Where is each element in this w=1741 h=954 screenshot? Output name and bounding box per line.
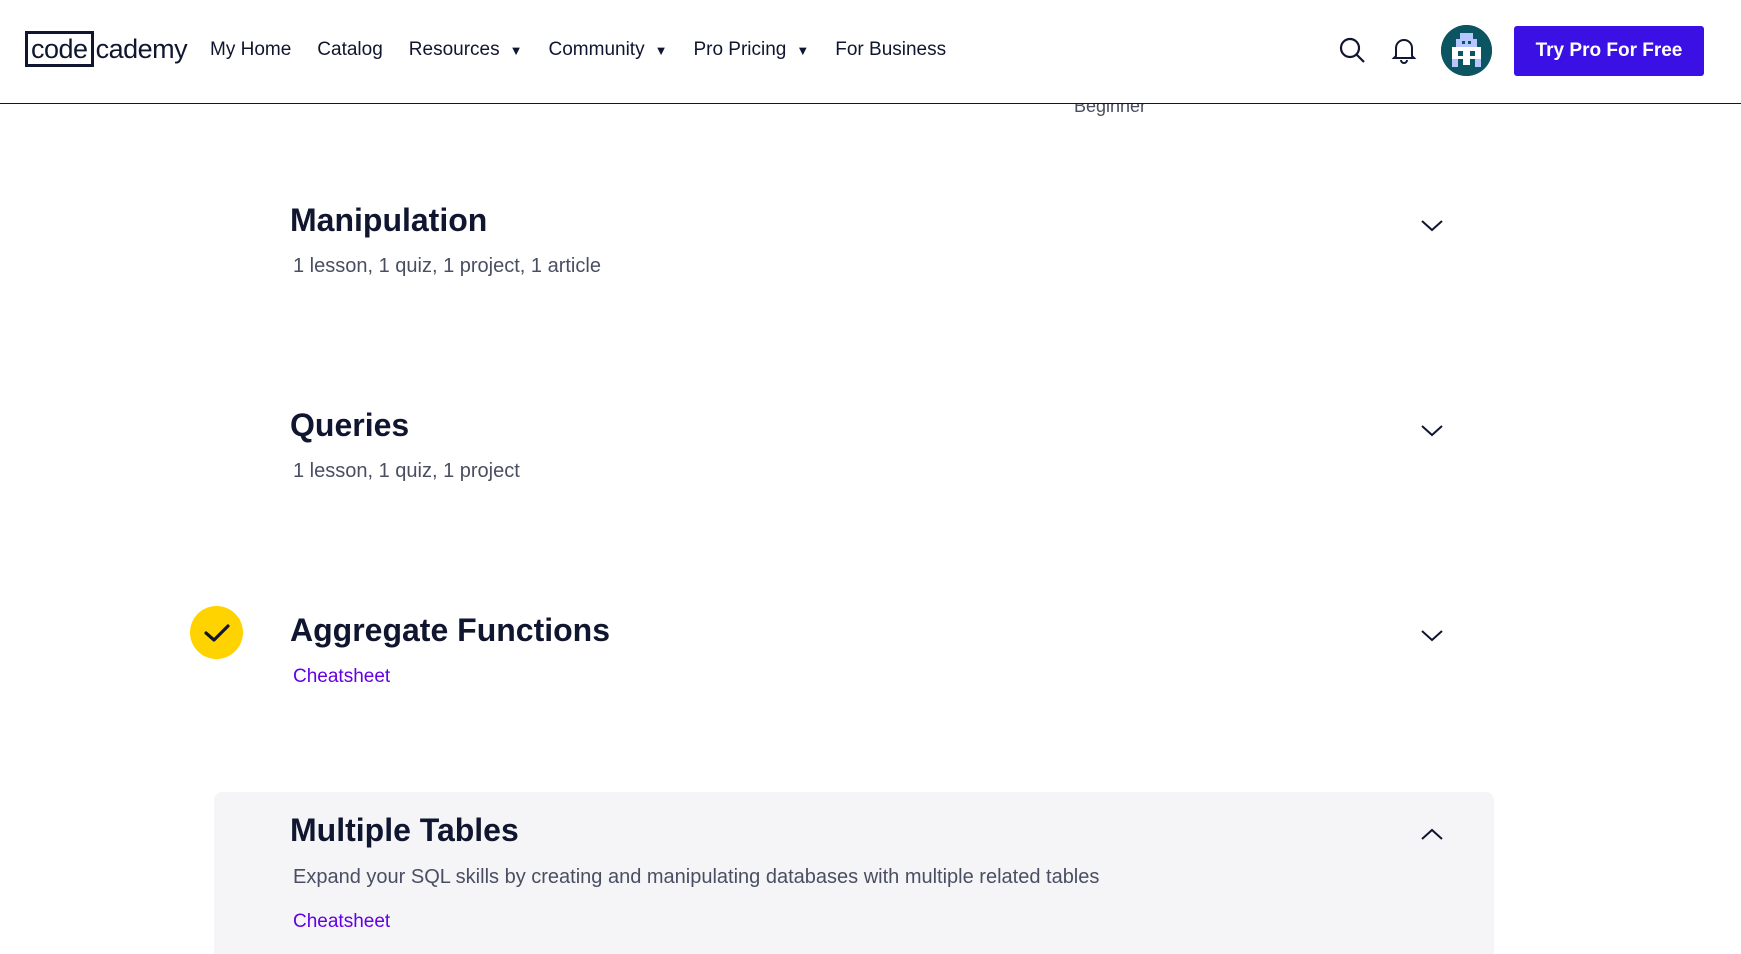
nav-label: Community (548, 39, 645, 60)
caret-down-icon: ▼ (509, 42, 523, 58)
caret-down-icon: ▼ (654, 42, 668, 58)
nav-resources-dropdown[interactable]: Resources ▼ (409, 39, 523, 61)
try-pro-for-free-button[interactable]: Try Pro For Free (1514, 26, 1704, 76)
cheatsheet-link[interactable]: Cheatsheet (293, 911, 390, 933)
logo-boxed-text: code (25, 31, 94, 67)
cheatsheet-link[interactable]: Cheatsheet (293, 666, 390, 688)
search-icon[interactable] (1336, 34, 1368, 66)
module-description: Expand your SQL skills by creating and m… (293, 866, 1100, 888)
notifications-bell-icon[interactable] (1388, 34, 1420, 66)
nav-community-dropdown[interactable]: Community ▼ (549, 39, 668, 61)
nav-label: Pro Pricing (693, 39, 787, 60)
user-avatar[interactable] (1441, 25, 1492, 76)
completed-check-icon (190, 606, 243, 659)
nav-label: Catalog (317, 39, 383, 60)
nav-label: My Home (210, 39, 292, 60)
module-summary: 1 lesson, 1 quiz, 1 project, 1 article (293, 255, 601, 277)
module-title: Multiple Tables (290, 812, 519, 848)
codecademy-logo[interactable]: code cademy (25, 31, 188, 67)
module-title: Aggregate Functions (290, 612, 611, 648)
nav-label: Resources (408, 39, 500, 60)
module-summary: 1 lesson, 1 quiz, 1 project (293, 460, 520, 482)
nav-catalog[interactable]: Catalog (317, 39, 383, 61)
caret-down-icon: ▼ (796, 42, 810, 58)
nav-pro-pricing-dropdown[interactable]: Pro Pricing ▼ (693, 39, 809, 61)
chevron-down-icon[interactable] (1418, 215, 1446, 235)
nav-label: For Business (835, 39, 947, 60)
chevron-down-icon[interactable] (1418, 625, 1446, 645)
nav-for-business[interactable]: For Business (835, 39, 946, 61)
chevron-up-icon[interactable] (1418, 824, 1446, 844)
main-nav: My Home Catalog Resources ▼ Community ▼ … (210, 36, 972, 64)
logo-text: cademy (95, 33, 188, 64)
top-nav-bar: code cademy My Home Catalog Resources ▼ … (0, 0, 1741, 104)
module-title: Manipulation (290, 202, 488, 238)
chevron-down-icon[interactable] (1418, 420, 1446, 440)
nav-my-home[interactable]: My Home (210, 39, 291, 61)
module-title: Queries (290, 407, 410, 443)
